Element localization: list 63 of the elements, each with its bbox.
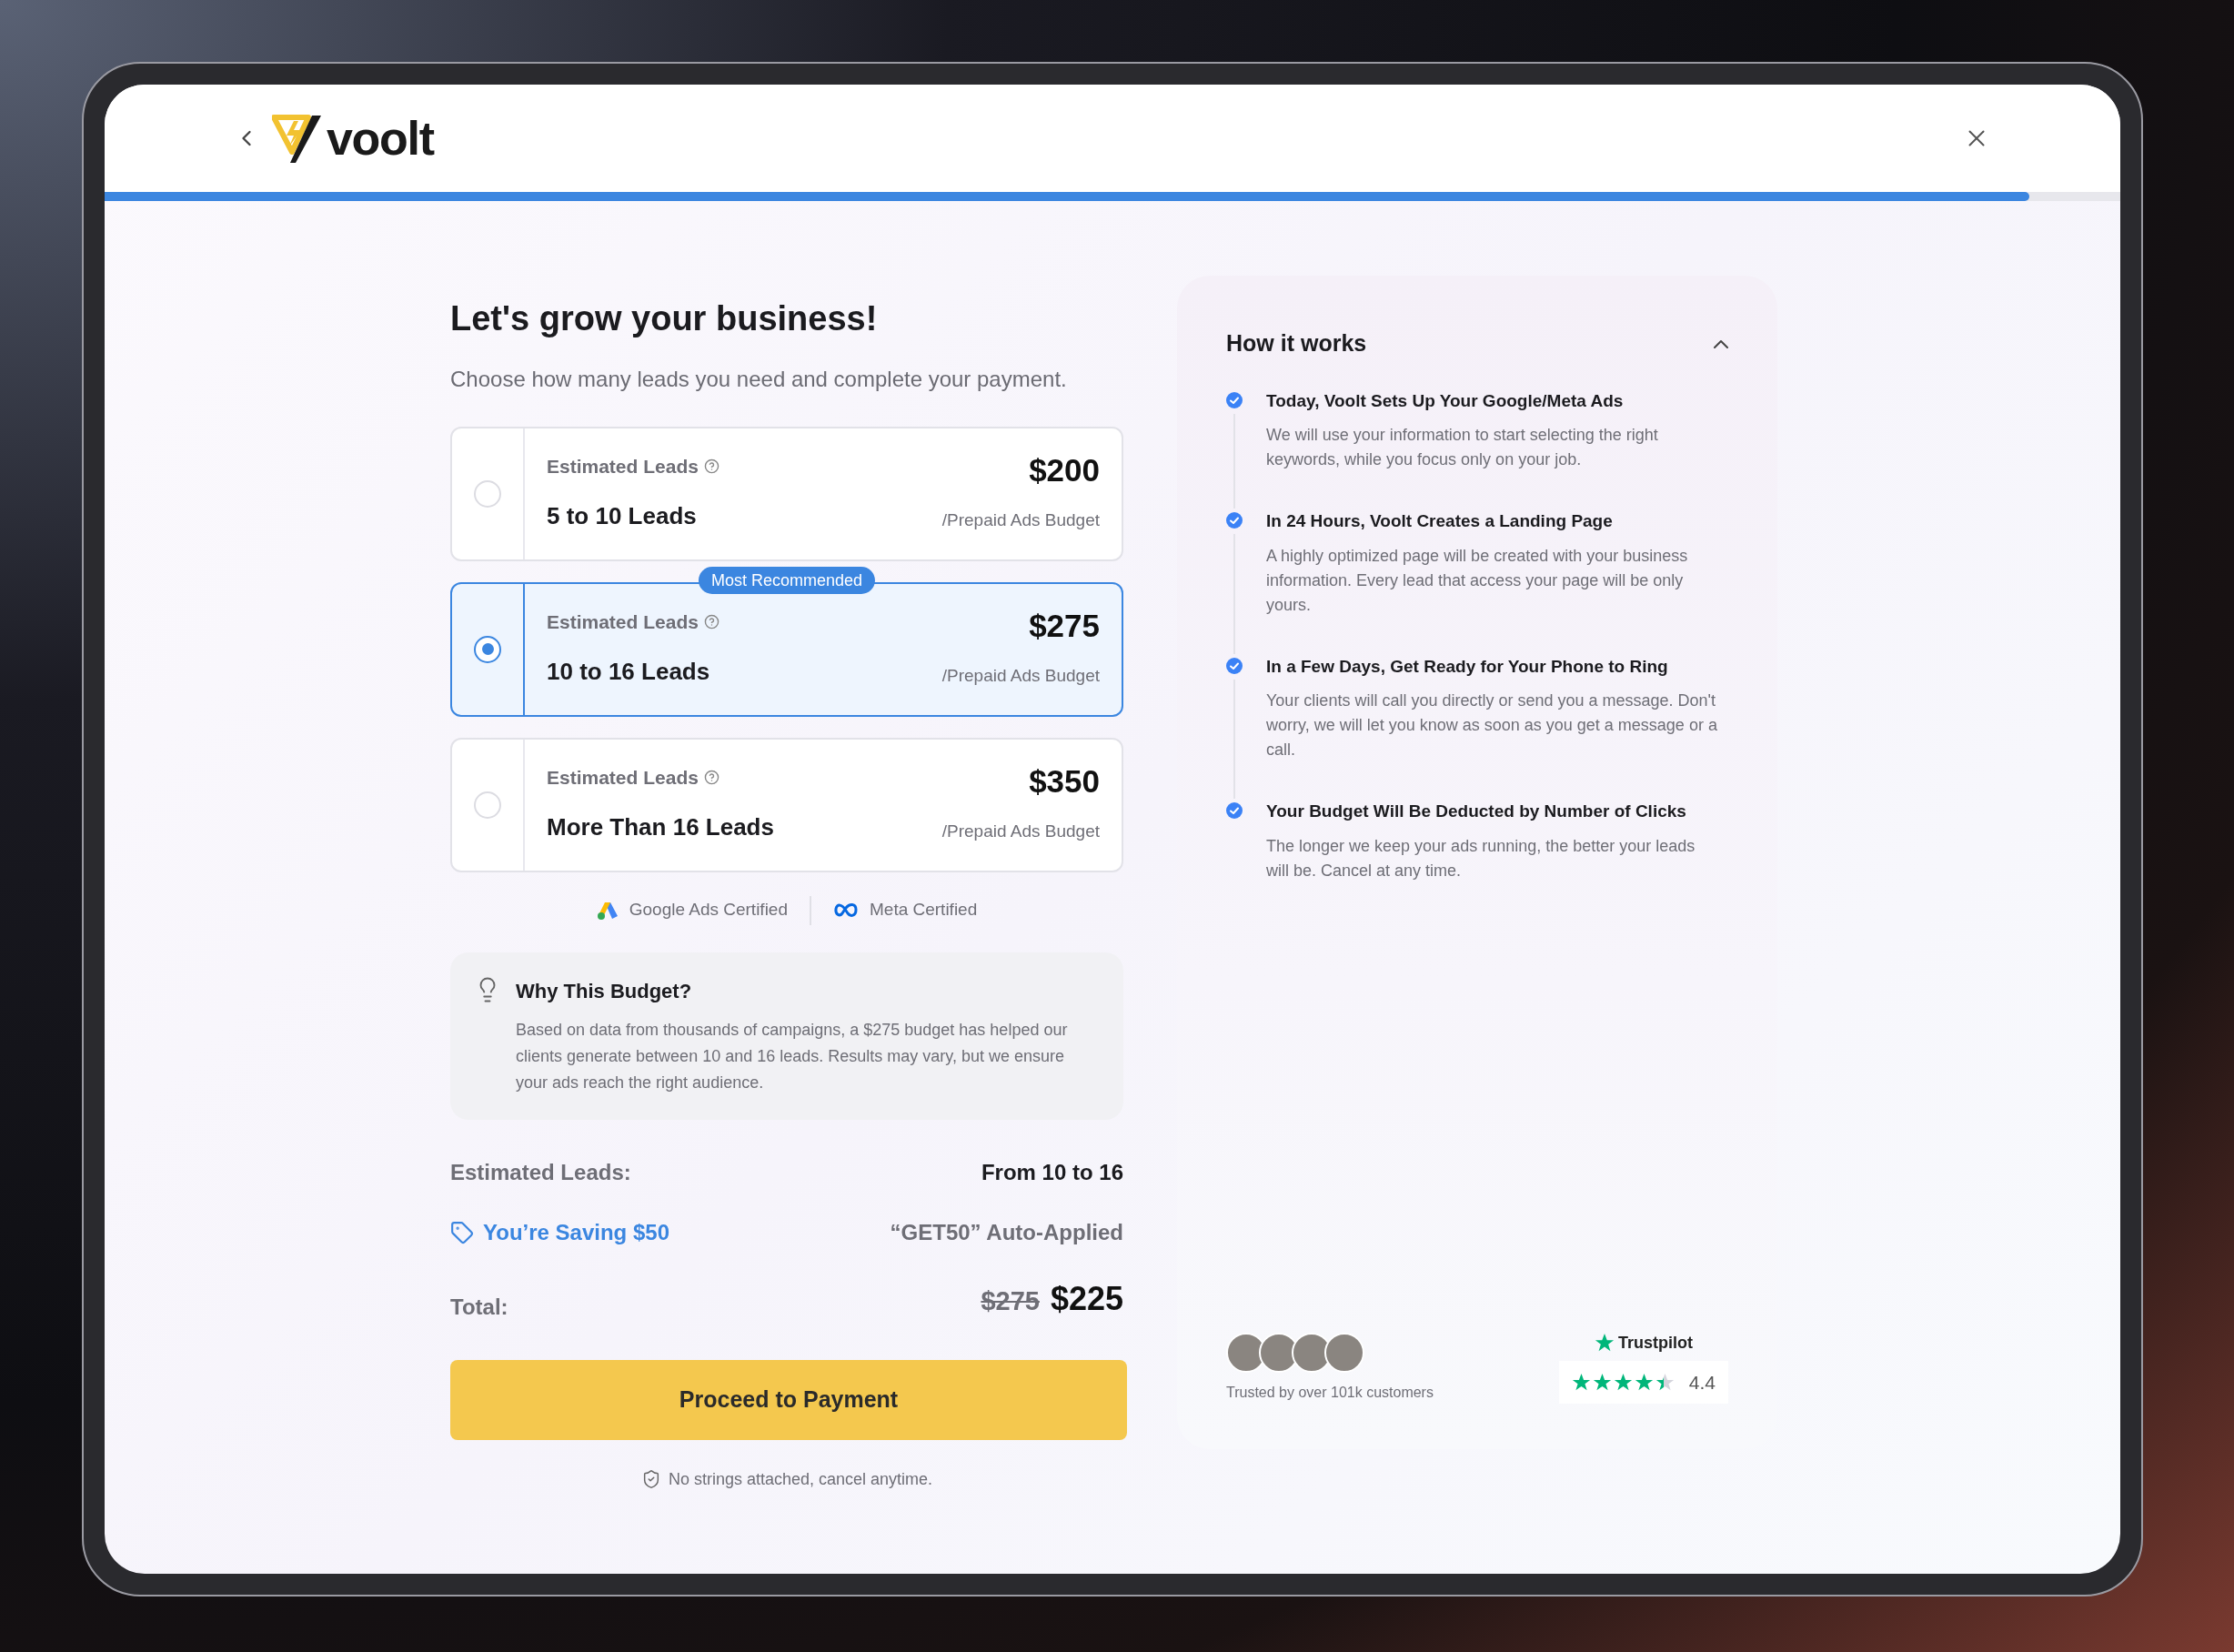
option-price: $275 xyxy=(1029,609,1100,641)
option-price: $350 xyxy=(1029,764,1100,797)
guarantee-text: No strings attached, cancel anytime. xyxy=(668,1468,933,1490)
price-note: /Prepaid Ads Budget xyxy=(941,509,1100,531)
total-price: $225 xyxy=(1050,1278,1123,1319)
summary-value: From 10 to 16 xyxy=(981,1158,1123,1186)
info-body: Based on data from thousands of campaigns, a $275 budget has helped our clients generate between 10 and 16 leads. Results may vary, but we ensure your ads reach the right audience. xyxy=(516,1019,1069,1093)
promo-code-text: “GET50” Auto-Applied xyxy=(890,1218,1123,1246)
page-heading: Let's grow your business! xyxy=(450,298,879,339)
logo-wordmark: voolt xyxy=(327,115,434,162)
step-body: Your clients will call you directly or send you a message. Don't worry, we will let you know as soon as you get a message or a call. xyxy=(1266,690,1718,761)
summary-label: Estimated Leads: xyxy=(450,1158,631,1186)
radio-button[interactable] xyxy=(474,635,501,663)
leads-range: 10 to 16 Leads xyxy=(547,656,711,687)
panel-title: How it works xyxy=(1226,329,1367,358)
star-icon xyxy=(1594,1333,1615,1353)
rating-star xyxy=(1571,1372,1591,1392)
rating-value: 4.4 xyxy=(1688,1370,1716,1395)
avatar-placeholder xyxy=(1324,1333,1364,1373)
old-total: $275 xyxy=(981,1284,1040,1317)
leads-range: 5 to 10 Leads xyxy=(547,500,698,531)
rating-star xyxy=(1655,1372,1675,1392)
check-circle-icon xyxy=(1226,391,1243,408)
collapse-button[interactable] xyxy=(1714,338,1728,348)
chevron-up-icon xyxy=(1714,338,1728,348)
saving-text: You’re Saving $50 xyxy=(483,1218,669,1246)
recommended-badge: Most Recommended xyxy=(698,566,876,594)
option-label: Estimated Leads xyxy=(547,765,699,790)
option-label: Estimated Leads xyxy=(547,454,699,478)
page-subtitle: Choose how many leads you need and complete your payment. xyxy=(450,365,1068,393)
step-title: Today, Voolt Sets Up Your Google/Meta Ads xyxy=(1266,389,1625,412)
step-body: We will use your information to start selecting the right keywords, while you focus only on your job. xyxy=(1266,425,1659,470)
option-label: Estimated Leads xyxy=(547,609,699,634)
step-title: In a Few Days, Get Ready for Your Phone to Ring xyxy=(1266,655,1669,678)
check-circle-icon xyxy=(1226,657,1243,674)
check-circle-icon xyxy=(1226,802,1243,819)
step-title: Your Budget Will Be Deducted by Number of Clicks xyxy=(1266,801,1687,822)
trustpilot-wordmark: Trustpilot xyxy=(1617,1332,1693,1354)
help-icon xyxy=(703,458,720,474)
certification-label: Google Ads Certified xyxy=(629,899,788,922)
help-icon xyxy=(703,613,720,630)
option-price: $200 xyxy=(1029,453,1100,486)
ads-triangle-logo-icon xyxy=(596,900,619,921)
proceed-button[interactable]: Proceed to Payment xyxy=(450,1359,1127,1440)
plan-option[interactable]: Estimated Leads More Than 16 Leads $350 /Prepaid Ads Budget xyxy=(450,737,1123,872)
rating-star xyxy=(1592,1372,1612,1392)
leads-range: More Than 16 Leads xyxy=(547,811,774,842)
info-title: Why This Budget? xyxy=(516,978,693,1004)
step-body: The longer we keep your ads running, the better your leads will be. Cancel at any time. xyxy=(1266,835,1696,881)
tag-icon xyxy=(450,1220,474,1244)
help-icon xyxy=(703,769,720,785)
infinity-logo-icon xyxy=(833,902,859,919)
rating-star xyxy=(1613,1372,1633,1392)
plan-option[interactable]: Estimated Leads 5 to 10 Leads $200 /Prepaid Ads Budget xyxy=(450,426,1123,561)
check-circle-icon xyxy=(1226,512,1243,529)
total-label: Total: xyxy=(450,1293,508,1321)
price-note: /Prepaid Ads Budget xyxy=(941,665,1100,687)
step-title: In 24 Hours, Voolt Creates a Landing Page xyxy=(1266,510,1614,532)
rating-star xyxy=(1634,1372,1654,1392)
certification-label: Meta Certified xyxy=(870,899,978,922)
price-note: /Prepaid Ads Budget xyxy=(941,821,1100,842)
step-body: A highly optimized page will be created with your business information. Every lead that access your page will be only yours. xyxy=(1266,545,1689,616)
trusted-text: Trusted by over 101k customers xyxy=(1226,1384,1434,1402)
